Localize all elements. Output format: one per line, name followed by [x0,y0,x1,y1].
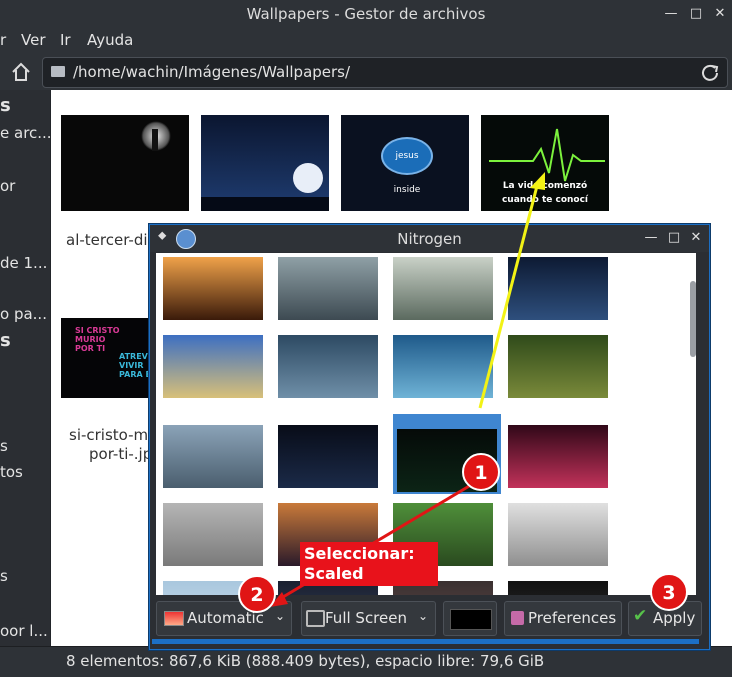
instruction-callout: Seleccionar: Scaled [300,542,438,586]
step-badge-1: 1 [462,453,500,491]
yellow-arrow [478,181,540,409]
step-badge-3: 3 [650,573,688,611]
step-badge-2: 2 [238,575,276,613]
yellow-arrowhead [530,172,545,190]
